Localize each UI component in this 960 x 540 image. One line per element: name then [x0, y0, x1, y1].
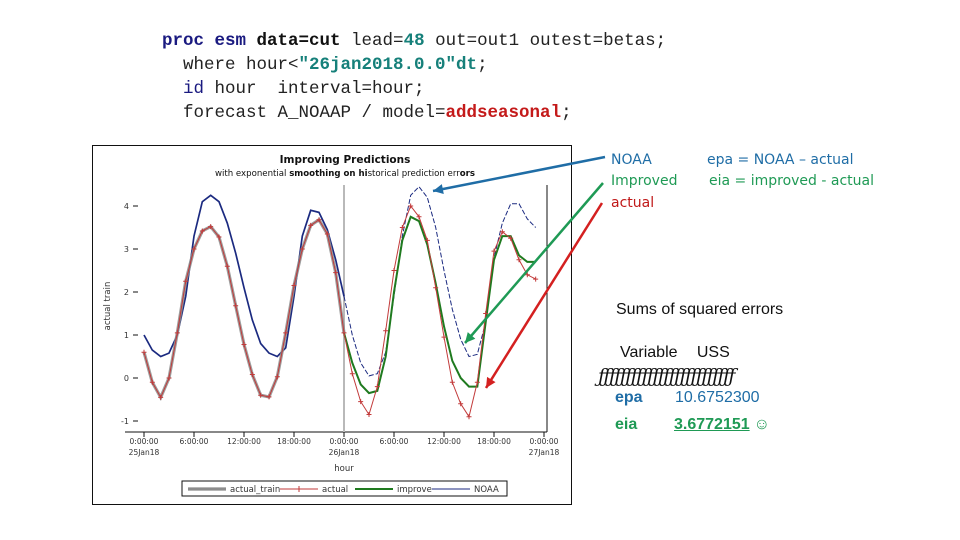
chart-title: Improving Predictions — [280, 154, 411, 166]
x-tick-label: 6:00:00 — [380, 437, 409, 446]
chart-axes: -1 0 1 2 3 4 actual train 0:00:00 25Jan18 6:00:00… — [103, 185, 560, 474]
chart-subtitle-part: smoothing on hi — [289, 169, 367, 179]
sse-separator: ƒƒƒƒƒƒƒƒƒƒƒƒƒƒƒƒƒƒƒƒƒƒƒƒƒ — [598, 365, 735, 387]
arrow-to-actual — [484, 202, 604, 389]
chart-subtitle-part: storical prediction err — [368, 169, 461, 179]
chart-subtitle-part: with exponential — [215, 169, 289, 179]
x-tick-label: 12:00:00 — [427, 437, 461, 446]
series-actual-train — [142, 217, 346, 402]
x-tick-label: 0:00:00 — [130, 437, 159, 446]
chart-subtitle-part: ors — [460, 169, 475, 179]
arrow-to-improve — [464, 182, 604, 344]
formula-eia: eia = improved - actual — [709, 173, 874, 189]
chart-series — [141, 185, 539, 420]
series-noaa-history — [143, 194, 345, 358]
sse-row-epa-uss: 10.6752300 — [675, 389, 760, 406]
x-tick-label: 12:00:00 — [227, 437, 261, 446]
x-tick-label: 6:00:00 — [180, 437, 209, 446]
actual-point-marker — [533, 276, 539, 282]
actual-point-marker — [391, 268, 397, 273]
x-tick-label: 18:00:00 — [477, 437, 511, 446]
y-tick-label: 2 — [124, 288, 129, 297]
label-actual: actual — [611, 195, 655, 211]
annotation-arrows — [432, 155, 606, 389]
x-tick-label: 18:00:00 — [277, 437, 311, 446]
y-tick-label: 1 — [124, 331, 129, 340]
actual-point-marker — [449, 379, 455, 385]
sse-header: Variable USS — [620, 344, 730, 361]
sse-title: Sums of squared errors — [616, 301, 784, 318]
sse-row-eia-uss: 3.6772151 ☺ — [674, 416, 770, 434]
legend-label: actual — [322, 485, 348, 495]
arrow-to-noaa-head — [433, 184, 444, 194]
actual-point-marker — [383, 328, 389, 334]
series-improve — [343, 215, 536, 395]
y-axis-label: actual train — [103, 282, 113, 331]
chart-subtitle: with exponential smoothing on historical… — [215, 169, 475, 179]
y-tick-label: 4 — [124, 202, 129, 211]
smiley-icon: ☺ — [753, 416, 770, 433]
sse-row-epa-variable: epa — [615, 389, 643, 406]
y-tick-label: -1 — [121, 417, 129, 426]
label-improved: Improved — [611, 173, 678, 189]
x-tick-label: 0:00:00 — [330, 437, 359, 446]
y-tick-label: 0 — [124, 374, 129, 383]
x-tick-label: 0:00:00 — [530, 437, 559, 446]
arrow-to-actual-shaft — [484, 202, 604, 389]
sse-row-eia-variable: eia — [615, 416, 638, 433]
actual-point-marker — [366, 412, 372, 418]
x-tick-date-label: 26Jan18 — [329, 448, 360, 457]
x-tick-date-label: 27Jan18 — [529, 448, 560, 457]
actual-point-marker — [466, 414, 472, 420]
x-axis-label: hour — [334, 464, 354, 474]
x-tick-date-label: 25Jan18 — [129, 448, 160, 457]
y-tick-label: 3 — [124, 245, 129, 254]
legend-label: improve — [397, 485, 432, 495]
forecast-chart: Improving Predictions with exponential s… — [103, 154, 606, 497]
actual-point-marker — [349, 371, 355, 377]
chart-legend: actual_train actual improve NOAA — [181, 480, 508, 497]
arrow-to-improve-shaft — [464, 182, 604, 344]
legend-label: actual_train — [230, 485, 280, 495]
formula-epa: epa = NOAA – actual — [707, 152, 854, 168]
sse-row-eia-value: 3.6772151 — [674, 416, 750, 433]
series-noaa-forecast — [343, 185, 537, 377]
legend-label: NOAA — [474, 485, 499, 495]
label-noaa: NOAA — [611, 152, 652, 168]
